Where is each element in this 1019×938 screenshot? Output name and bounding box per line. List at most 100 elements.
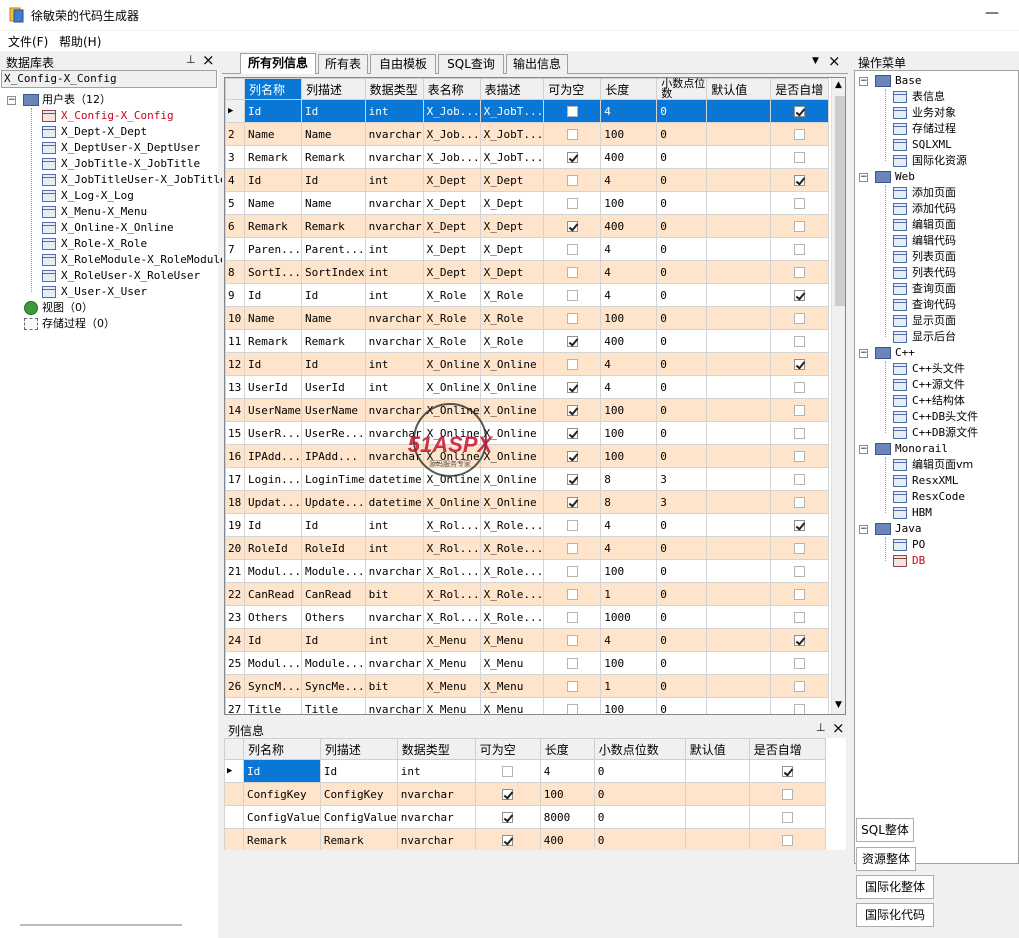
tree-item-template[interactable]: 编辑页面 [912,217,956,233]
nullable-cell[interactable] [543,145,602,169]
nullable-cell[interactable] [543,168,602,192]
column-name-cell[interactable]: Id [244,352,302,376]
decimals-cell[interactable]: 3 [656,490,708,514]
nullable-checkbox[interactable] [566,681,578,692]
column-name-cell[interactable]: UserR... [244,421,302,445]
table-desc-cell[interactable]: X_Online [479,398,545,422]
minimize-button[interactable]: — [980,2,1004,26]
row-header[interactable]: 20 [225,536,245,560]
default-cell[interactable] [684,805,750,829]
nullable-cell[interactable] [543,398,602,422]
tab-close-icon[interactable]: × [828,52,841,70]
tree-item-procedures[interactable]: 存储过程（0） [42,316,115,332]
tree-item-template[interactable]: 添加页面 [912,185,956,201]
collapse-icon[interactable]: − [859,173,868,182]
table-desc-cell[interactable]: X_JobT... [479,145,545,169]
row-header[interactable]: 17 [225,467,245,491]
column-desc-cell[interactable]: Title [301,697,366,714]
length-cell[interactable]: 4 [600,375,658,399]
identity-checkbox[interactable] [794,566,806,577]
identity-cell[interactable] [748,782,826,806]
data-type-cell[interactable]: nvarchar [364,214,424,238]
identity-checkbox[interactable] [781,835,793,846]
table-desc-cell[interactable]: X_Menu [479,651,545,675]
length-cell[interactable]: 8 [600,467,658,491]
table-desc-cell[interactable]: X_Online [479,467,545,491]
length-cell[interactable]: 100 [600,444,658,468]
column-desc-cell[interactable]: Update... [301,490,366,514]
column-desc-cell[interactable]: UserRe... [301,421,366,445]
identity-checkbox[interactable] [794,451,806,462]
row-header[interactable]: 18 [225,490,245,514]
identity-cell[interactable] [770,467,830,491]
row-header[interactable] [224,782,244,806]
column-name-cell[interactable]: Updat... [244,490,302,514]
tree-item-table[interactable]: X_DeptUser-X_DeptUser [61,140,200,156]
column-header[interactable]: 列描述 [319,738,398,760]
table-name-cell[interactable]: X_Rol... [422,559,481,583]
identity-checkbox[interactable] [794,612,806,623]
identity-checkbox[interactable] [794,704,806,714]
table-name-cell[interactable]: X_Online [422,352,481,376]
identity-cell[interactable] [770,628,830,652]
column-name-cell[interactable]: ConfigKey [243,782,321,806]
column-header[interactable]: 是否自增 [748,738,826,760]
length-cell[interactable]: 1 [600,674,658,698]
default-cell[interactable] [706,490,772,514]
tree-item-template[interactable]: ResxXML [912,473,958,489]
nullable-cell[interactable] [474,759,541,783]
decimals-cell[interactable]: 0 [656,329,708,353]
nullable-checkbox[interactable] [566,129,578,140]
identity-cell[interactable] [770,352,830,376]
nullable-checkbox[interactable] [566,474,578,485]
row-header[interactable]: ▶ [225,99,245,123]
sql-all-button[interactable]: SQL整体 [856,818,914,842]
tree-item-template[interactable]: HBM [912,505,932,521]
decimals-cell[interactable]: 0 [656,260,708,284]
table-name-cell[interactable]: X_Dept [422,214,481,238]
collapse-icon[interactable]: − [7,96,16,105]
tab-dropdown-icon[interactable]: ▼ [812,56,819,66]
tree-item-template[interactable]: 列表代码 [912,265,956,281]
table-row[interactable]: 3 Remark Remark nvarchar X_Job... X_JobT... 40… [225,145,830,169]
column-header[interactable]: 数据类型 [396,738,476,760]
nullable-cell[interactable] [543,582,602,606]
identity-checkbox[interactable] [794,221,806,232]
default-cell[interactable] [706,168,772,192]
nullable-checkbox[interactable] [566,152,578,163]
tree-item-template[interactable]: C++DB源文件 [912,425,978,441]
column-desc-cell[interactable]: Id [301,283,366,307]
length-cell[interactable]: 4 [600,536,658,560]
tab-all-columns[interactable]: 所有列信息 [240,53,316,74]
tree-item-template[interactable]: ResxCode [912,489,965,505]
table-row[interactable]: 11 Remark Remark nvarchar X_Role X_Role 400 0 [225,329,830,353]
table-row[interactable]: 12 Id Id int X_Online X_Online 4 0 [225,352,830,376]
decimals-cell[interactable]: 0 [656,168,708,192]
column-name-cell[interactable]: SyncM... [244,674,302,698]
nullable-checkbox[interactable] [566,405,578,416]
table-name-cell[interactable]: X_Menu [422,628,481,652]
decimals-cell[interactable]: 0 [656,674,708,698]
nullable-cell[interactable] [543,651,602,675]
identity-cell[interactable] [770,145,830,169]
column-name-cell[interactable]: Remark [244,145,302,169]
decimals-cell[interactable]: 0 [656,306,708,330]
identity-checkbox[interactable] [794,198,806,209]
identity-cell[interactable] [770,375,830,399]
identity-checkbox[interactable] [794,635,806,646]
table-row[interactable]: ▶ Id Id int X_Job... X_JobT... 4 0 [225,99,830,123]
decimals-cell[interactable]: 0 [656,375,708,399]
default-cell[interactable] [684,782,750,806]
column-header[interactable]: 是否自增 [770,78,830,100]
tree-item-template[interactable]: PO [912,537,925,553]
column-name-cell[interactable]: Paren... [244,237,302,261]
length-cell[interactable]: 4 [600,99,658,123]
identity-checkbox[interactable] [794,382,806,393]
table-name-cell[interactable]: X_Dept [422,191,481,215]
data-type-cell[interactable]: int [364,283,424,307]
scroll-thumb[interactable] [835,96,845,306]
tree-item-template[interactable]: 国际化资源 [912,153,967,169]
nullable-checkbox[interactable] [502,835,514,846]
data-type-cell[interactable]: nvarchar [364,329,424,353]
data-type-cell[interactable]: nvarchar [396,782,476,806]
